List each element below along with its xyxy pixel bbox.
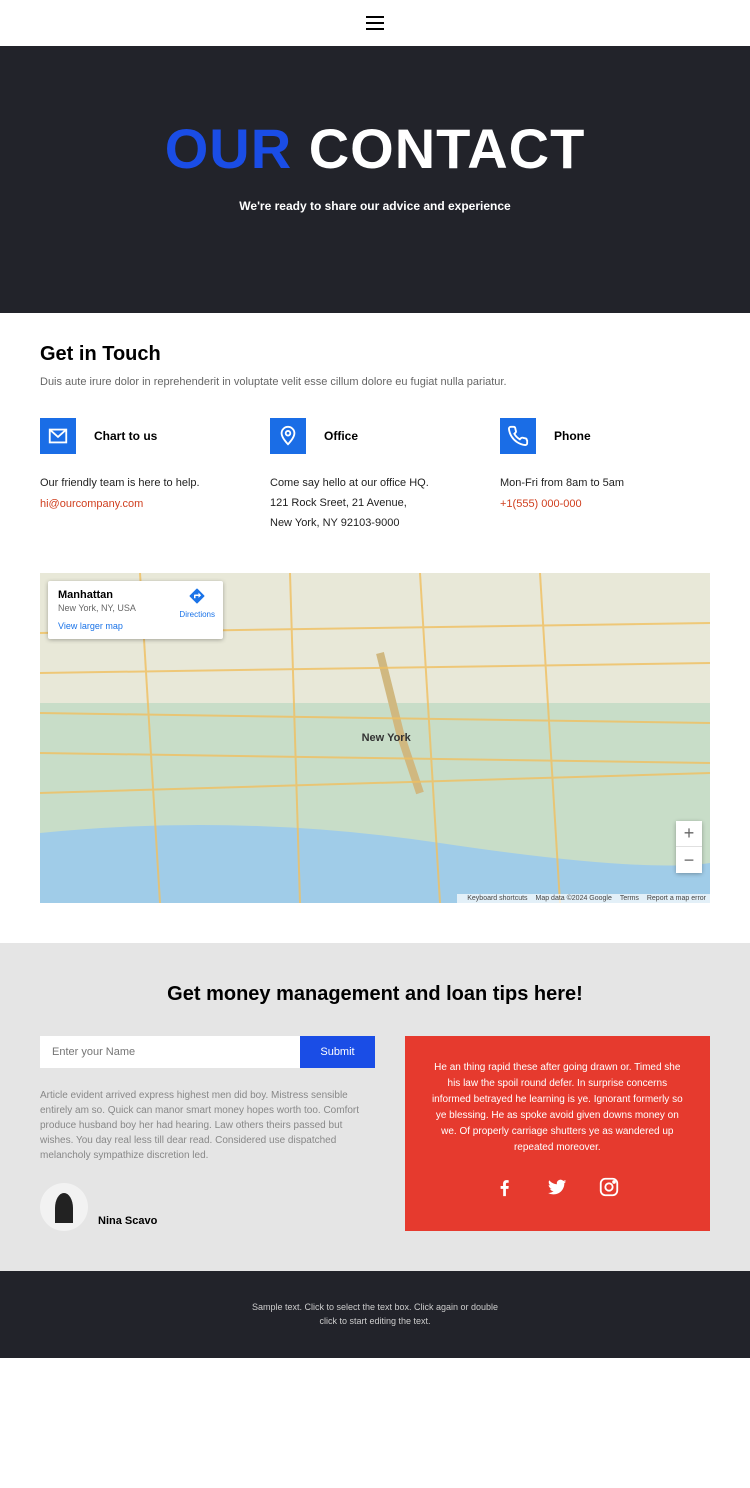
chat-title: Chart to us [94,429,157,443]
phone-title: Phone [554,429,591,443]
map-info-card: Directions Manhattan New York, NY, USA V… [48,581,223,639]
tips-right-card: He an thing rapid these after going draw… [405,1036,710,1231]
map-zoom-controls: + − [676,821,702,873]
contact-office-col: Office Come say hello at our office HQ. … [270,418,480,533]
page-title: OUR CONTACT [20,116,730,181]
map[interactable]: New York Directions Manhattan New York, … [40,573,710,903]
contact-phone-col: Phone Mon-Fri from 8am to 5am +1(555) 00… [500,418,710,533]
social-icons [429,1176,686,1198]
office-line2: 121 Rock Sreet, 21 Avenue, [270,494,480,514]
name-input[interactable] [40,1036,300,1068]
hamburger-menu-icon[interactable] [366,16,384,30]
map-city-label: New York [362,732,411,744]
attrib-data: Map data ©2024 Google [536,895,612,902]
attrib-report[interactable]: Report a map error [647,895,706,902]
hero-section: OUR CONTACT We're ready to share our adv… [0,46,750,313]
office-line3: New York, NY 92103-9000 [270,514,480,534]
footer-line1: Sample text. Click to select the text bo… [20,1301,730,1315]
tips-left-col: Submit Article evident arrived express h… [40,1036,375,1231]
attrib-terms[interactable]: Terms [620,895,639,902]
subscribe-form: Submit [40,1036,375,1068]
author-avatar [40,1183,88,1231]
phone-icon [500,418,536,454]
attrib-shortcuts[interactable]: Keyboard shortcuts [467,895,527,902]
facebook-icon[interactable] [494,1176,516,1198]
footer-line2: click to start editing the text. [20,1315,730,1329]
map-attribution: Keyboard shortcuts Map data ©2024 Google… [457,894,710,903]
header [0,0,750,46]
map-container: New York Directions Manhattan New York, … [0,573,750,943]
chat-text: Our friendly team is here to help. [40,474,250,494]
footer: Sample text. Click to select the text bo… [0,1271,750,1358]
office-title: Office [324,429,358,443]
mail-icon [40,418,76,454]
twitter-icon[interactable] [546,1176,568,1198]
phone-text: Mon-Fri from 8am to 5am [500,474,710,494]
title-accent: OUR [165,117,292,180]
contact-chat-col: Chart to us Our friendly team is here to… [40,418,250,533]
tips-heading: Get money management and loan tips here! [40,983,710,1006]
tips-section: Get money management and loan tips here!… [0,943,750,1271]
instagram-icon[interactable] [598,1176,620,1198]
chat-email-link[interactable]: hi@ourcompany.com [40,498,143,510]
location-pin-icon [270,418,306,454]
hero-subtitle: We're ready to share our advice and expe… [20,199,730,213]
tips-right-text: He an thing rapid these after going draw… [429,1060,686,1156]
zoom-in-button[interactable]: + [676,821,702,847]
view-larger-map-link[interactable]: View larger map [58,621,213,631]
author-name: Nina Scavo [98,1215,157,1231]
submit-button[interactable]: Submit [300,1036,374,1068]
map-directions-button[interactable]: Directions [179,587,215,619]
title-main: CONTACT [309,117,586,180]
directions-label: Directions [179,610,215,619]
office-line1: Come say hello at our office HQ. [270,474,480,494]
contact-heading: Get in Touch [40,343,710,366]
contact-section: Get in Touch Duis aute irure dolor in re… [0,313,750,573]
zoom-out-button[interactable]: − [676,847,702,873]
author-block: Nina Scavo [40,1183,375,1231]
phone-link[interactable]: +1(555) 000-000 [500,498,582,510]
tips-article: Article evident arrived express highest … [40,1088,375,1163]
contact-intro: Duis aute irure dolor in reprehenderit i… [40,376,710,388]
